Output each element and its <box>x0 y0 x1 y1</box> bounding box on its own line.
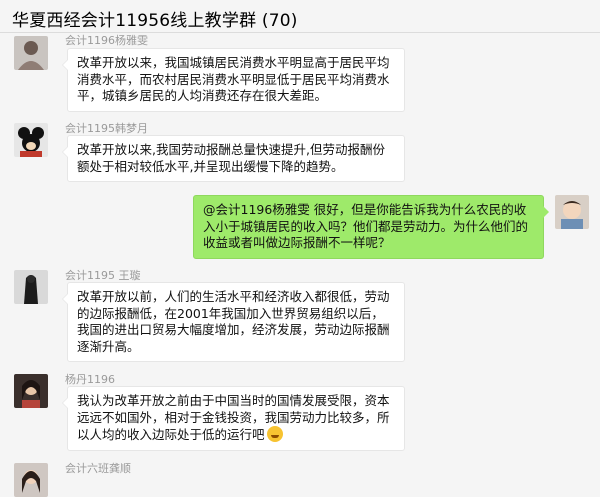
girl-avatar-icon <box>14 463 48 497</box>
mickey-avatar-icon <box>14 123 48 157</box>
avatar[interactable] <box>555 195 589 229</box>
person-avatar-icon <box>14 36 48 70</box>
avatar[interactable] <box>14 123 48 157</box>
sender-name: 会计六班龚顺 <box>65 462 131 475</box>
sender-name: 会计1195韩梦月 <box>65 122 148 135</box>
message-bubble[interactable]: 改革开放以来,我国劳动报酬总量快速提升,但劳动报酬份额处于相对较低水平,并呈现出… <box>62 135 405 182</box>
baby-avatar-icon <box>555 195 589 229</box>
sender-name: 会计1196杨雅雯 <box>65 34 148 47</box>
dark-figure-avatar-icon <box>14 270 48 304</box>
message-bubble-outgoing[interactable]: @会计1196杨雅雯 很好，但是你能告诉我为什么农民的收入小于城镇居民的收入吗？… <box>193 195 549 259</box>
woman-avatar-icon <box>14 374 48 408</box>
message-bubble[interactable]: 改革开放以来，我国城镇居民消费水平明显高于居民平均消费水平，而农村居民消费水平明… <box>62 48 405 112</box>
sender-name: 会计1195 王璇 <box>65 269 141 282</box>
chat-title-bar: 华夏西经会计11956线上教学群 (70) <box>0 0 600 33</box>
message-list[interactable]: 会计1196杨雅雯 改革开放以来，我国城镇居民消费水平明显高于居民平均消费水平，… <box>0 33 600 497</box>
message-text: 我认为改革开放之前由于中国当时的国情发展受限，资本远远不如国外，相对于金钱投资，… <box>77 393 390 442</box>
message-bubble[interactable]: 我认为改革开放之前由于中国当时的国情发展受限，资本远远不如国外，相对于金钱投资，… <box>62 386 405 451</box>
grin-sweat-emoji-icon <box>266 426 283 442</box>
sender-name: 杨丹1196 <box>65 373 115 386</box>
avatar[interactable] <box>14 374 48 408</box>
avatar[interactable] <box>14 463 48 497</box>
chat-title: 华夏西经会计11956线上教学群 (70) <box>12 11 298 31</box>
avatar[interactable] <box>14 270 48 304</box>
avatar[interactable] <box>14 36 48 70</box>
message-bubble[interactable]: 改革开放以前，人们的生活水平和经济收入都很低，劳动的边际报酬低，在2001年我国… <box>62 282 405 362</box>
